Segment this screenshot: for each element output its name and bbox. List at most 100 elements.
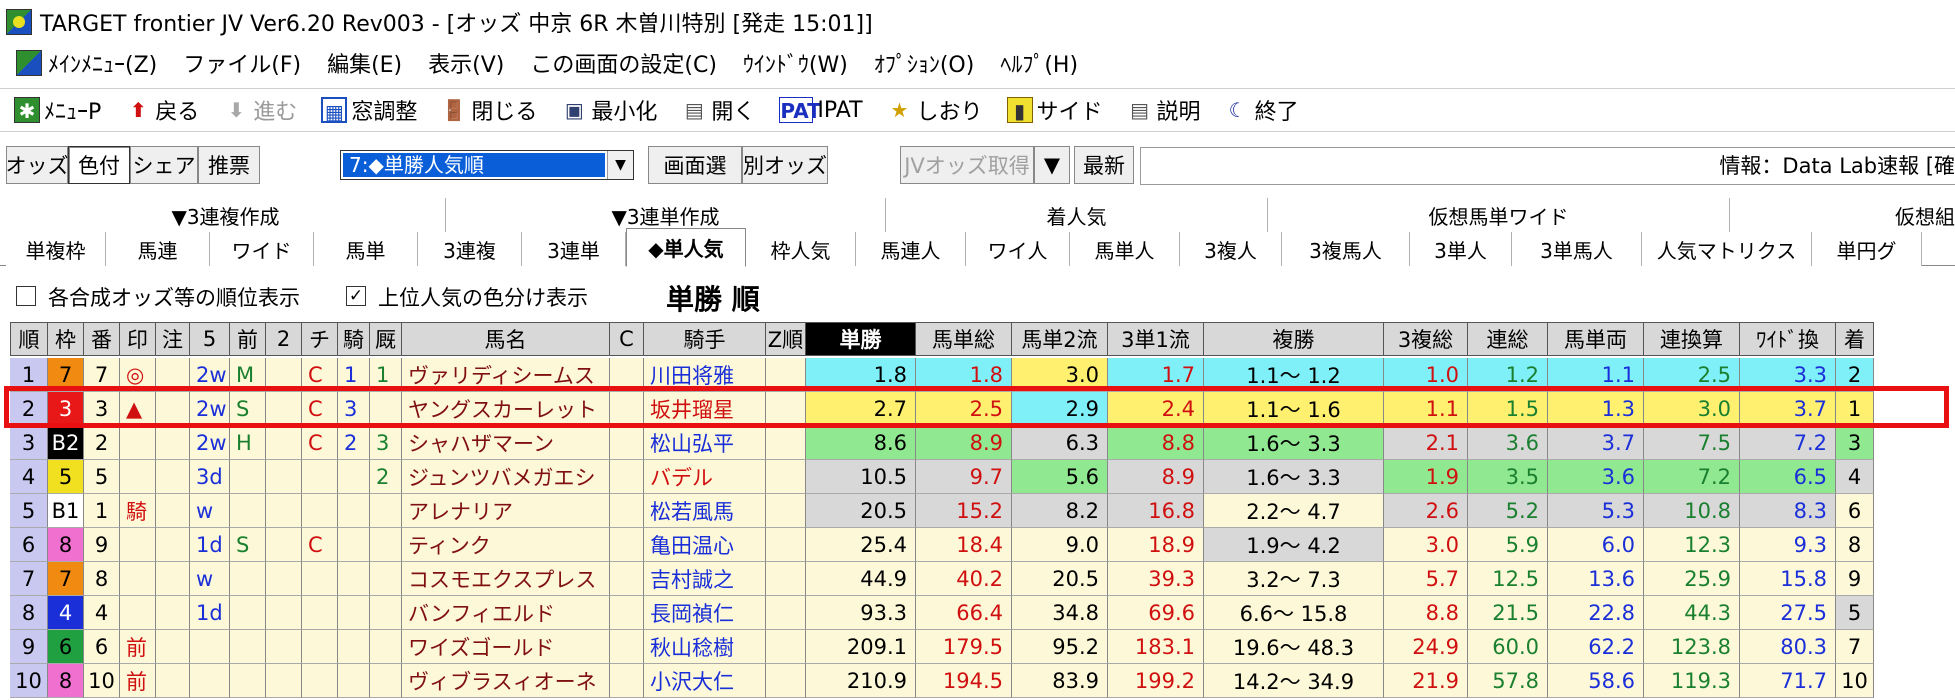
window-adjust-button[interactable]: ▦ 窓調整 — [321, 94, 417, 126]
col-header-win[interactable]: 単勝 — [806, 322, 916, 356]
cell-horse-name[interactable]: ヤングスカーレット — [402, 392, 610, 426]
col-header-ren-conv[interactable]: 連換算 — [1644, 322, 1740, 356]
group-3fuku-create[interactable]: ▼3連複作成 — [6, 198, 446, 232]
recommend-button[interactable]: 推票 — [198, 146, 260, 184]
menu-help[interactable]: ﾍﾙﾌﾟ(H) — [1000, 47, 1078, 79]
ipat-button[interactable]: PAT IPAT — [779, 97, 863, 123]
col-header-ch[interactable]: チ — [302, 322, 338, 356]
close-button[interactable]: 🚪 閉じる — [441, 94, 537, 126]
group-arrival-popularity[interactable]: 着人気 — [886, 198, 1268, 232]
tab-tan-popularity[interactable]: ◆単人気 — [626, 228, 746, 267]
col-header-waku[interactable]: 枠 — [48, 322, 84, 356]
help-button[interactable]: ▤ 説明 — [1127, 94, 1200, 126]
col-header-r5[interactable]: 5 — [190, 322, 230, 356]
menu-screen-settings[interactable]: この画面の設定(C) — [530, 47, 717, 79]
forward-button[interactable]: ⬇ 進む — [223, 94, 297, 126]
tab-3renpuku[interactable]: 3連複 — [418, 232, 522, 266]
tab-tanfuku-waku[interactable]: 単複枠 — [6, 232, 106, 266]
cell-horse-name[interactable]: シャハザマーン — [402, 426, 610, 460]
col-header-wide-conv[interactable]: ﾜｲﾄﾞ換 — [1740, 322, 1836, 356]
cell-horse-name[interactable]: ジュンツバメガエシ — [402, 460, 610, 494]
col-header-horse-name[interactable]: 馬名 — [402, 322, 610, 356]
cell-horse-name[interactable]: バンフィエルド — [402, 596, 610, 630]
tab-umaren[interactable]: 馬連 — [106, 232, 210, 266]
open-button[interactable]: ▤ 開く — [681, 94, 755, 126]
col-header-umatan-both[interactable]: 馬単両 — [1548, 322, 1644, 356]
chevron-down-icon[interactable]: ▼ — [607, 151, 633, 179]
group-virtual-wide[interactable]: 仮想馬単ワイド — [1268, 198, 1730, 232]
col-header-umaban[interactable]: 番 — [84, 322, 120, 356]
cell-horse-name[interactable]: ワイズゴールド — [402, 630, 610, 664]
col-header-sanrentan-1[interactable]: 3単1流 — [1108, 322, 1204, 356]
share-button[interactable]: シェア — [130, 146, 198, 184]
tab-waku-popularity[interactable]: 枠人気 — [746, 232, 856, 266]
cell-horse-name[interactable]: コスモエクスプレス — [402, 562, 610, 596]
tab-tan-yen-graph[interactable]: 単円グ — [1812, 232, 1922, 266]
col-header-prev[interactable]: 前 — [230, 322, 266, 356]
cell-jockey[interactable]: 小沢大仁 — [644, 664, 766, 698]
tab-3tan-popularity[interactable]: 3単人 — [1410, 232, 1512, 266]
col-header-sanfuku-total[interactable]: 3複総 — [1384, 322, 1468, 356]
latest-button[interactable]: 最新 — [1074, 146, 1134, 184]
col-header-jockey[interactable]: 騎手 — [644, 322, 766, 356]
tab-3fuku-horse-popularity[interactable]: 3複馬人 — [1282, 232, 1410, 266]
col-header-mark[interactable]: 印 — [120, 322, 156, 356]
cell-horse-name[interactable]: ヴィブラスィオーネ — [402, 664, 610, 698]
bookmark-button[interactable]: ★ しおり — [887, 94, 983, 126]
jv-dropdown-button[interactable]: ▼ — [1034, 146, 1070, 184]
side-button[interactable]: ▮ サイド — [1006, 94, 1103, 126]
menu-window[interactable]: ｳｲﾝﾄﾞｳ(W) — [743, 47, 848, 79]
menu-p-button[interactable]: ✱ ﾒﾆｭｰP — [14, 94, 101, 126]
exit-button[interactable]: ☾ 終了 — [1225, 94, 1299, 126]
col-header-note[interactable]: 注 — [156, 322, 190, 356]
back-button[interactable]: ⬆ 戻る — [125, 94, 199, 126]
color-button[interactable]: 色付 — [68, 146, 130, 184]
cell-jockey[interactable]: 秋山稔樹 — [644, 630, 766, 664]
tab-umaren-popularity[interactable]: 馬連人 — [856, 232, 966, 266]
cell-jockey[interactable]: 松山弘平 — [644, 426, 766, 460]
cell-horse-name[interactable]: アレナリア — [402, 494, 610, 528]
col-header-z-rank[interactable]: Z順 — [766, 322, 806, 356]
cell-jockey[interactable]: 川田将雅 — [644, 358, 766, 392]
cell-horse-name[interactable]: ティンク — [402, 528, 610, 562]
tab-umatan[interactable]: 馬単 — [314, 232, 418, 266]
col-header-ren-total[interactable]: 連総 — [1468, 322, 1548, 356]
col-header-stable[interactable]: 厩 — [370, 322, 402, 356]
menu-view[interactable]: 表示(V) — [428, 47, 504, 79]
color-split-checkbox[interactable]: ✓ — [346, 286, 366, 306]
col-header-c[interactable]: C — [610, 322, 644, 356]
rank-display-checkbox[interactable] — [16, 286, 36, 306]
col-header-umatan-total[interactable]: 馬単総 — [916, 322, 1012, 356]
odds-button[interactable]: オッズ — [6, 146, 69, 184]
menu-main[interactable]: ﾒｲﾝﾒﾆｭｰ(Z) — [48, 47, 157, 79]
tab-3rentan[interactable]: 3連単 — [522, 232, 626, 266]
tab-3fuku-popularity[interactable]: 3複人 — [1180, 232, 1282, 266]
jv-odds-get-button[interactable]: JVオッズ取得 — [900, 146, 1034, 184]
screen-select-button[interactable]: 画面選 — [648, 146, 742, 184]
tab-umatan-popularity[interactable]: 馬単人 — [1070, 232, 1180, 266]
col-header-place[interactable]: 複勝 — [1204, 322, 1384, 356]
menu-edit[interactable]: 編集(E) — [327, 47, 402, 79]
group-virtual-combo[interactable]: 仮想組 — [1730, 198, 1955, 232]
cell-jockey[interactable]: 長岡禎仁 — [644, 596, 766, 630]
tab-3tan-horse-popularity[interactable]: 3単馬人 — [1512, 232, 1642, 266]
col-header-jockey-change[interactable]: 騎 — [338, 322, 370, 356]
minimize-button[interactable]: ▣ 最小化 — [561, 94, 657, 126]
tab-wide-popularity[interactable]: ワイ人 — [966, 232, 1070, 266]
col-header-rank[interactable]: 順 — [10, 322, 48, 356]
col-header-finish[interactable]: 着 — [1836, 322, 1874, 356]
main-menu-icon[interactable] — [16, 50, 42, 76]
menu-option[interactable]: ｵﾌﾟｼｮﾝ(O) — [874, 47, 974, 79]
col-header-r2[interactable]: 2 — [266, 322, 302, 356]
cell-horse-name[interactable]: ヴァリディシームス — [402, 358, 610, 392]
cell-jockey[interactable]: 坂井瑠星 — [644, 392, 766, 426]
group-3tan-create[interactable]: ▼3連単作成 — [446, 198, 886, 232]
other-odds-button[interactable]: 別オッズ — [742, 146, 828, 184]
cell-jockey[interactable]: バデル — [644, 460, 766, 494]
cell-jockey[interactable]: 吉村誠之 — [644, 562, 766, 596]
sort-order-select[interactable]: 7:◆単勝人気順 ▼ — [340, 150, 634, 180]
tab-wide[interactable]: ワイド — [210, 232, 314, 266]
menu-file[interactable]: ファイル(F) — [183, 47, 301, 79]
col-header-umatan-2[interactable]: 馬単2流 — [1012, 322, 1108, 356]
cell-jockey[interactable]: 松若風馬 — [644, 494, 766, 528]
